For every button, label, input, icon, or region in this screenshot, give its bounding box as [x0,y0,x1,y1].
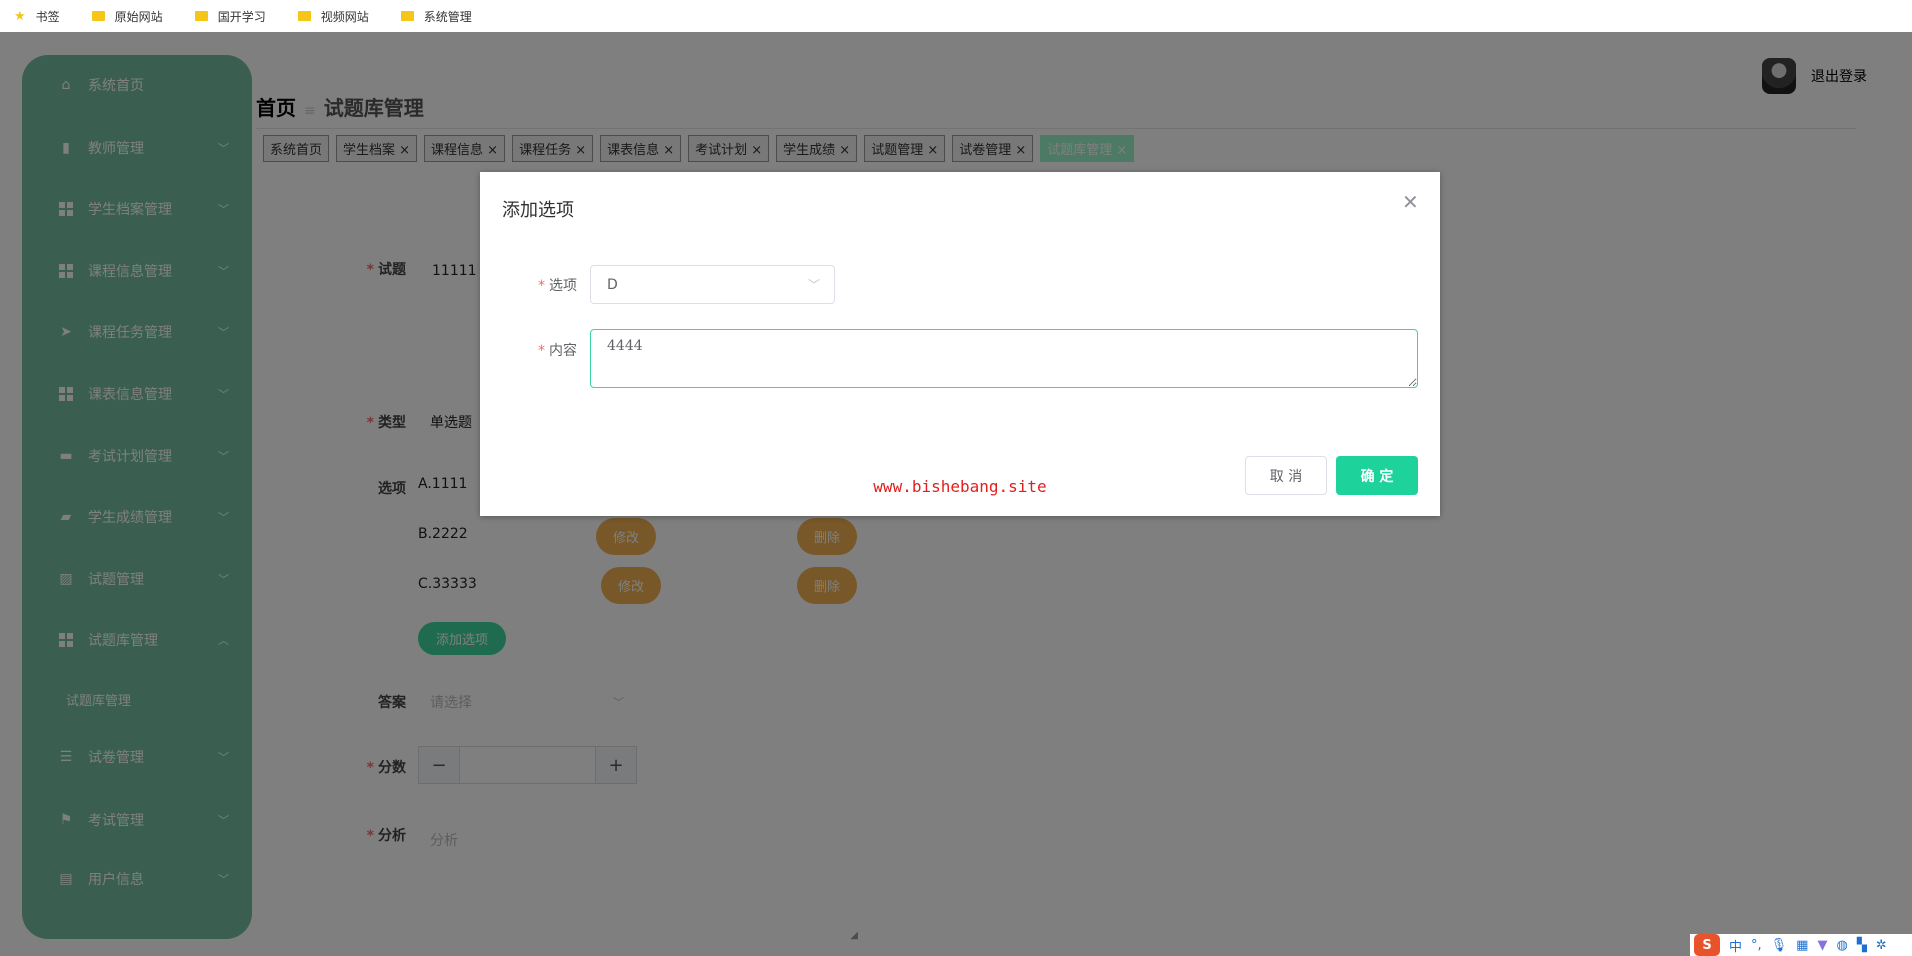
keyboard-icon[interactable]: ▦ [1796,938,1808,953]
apps-icon[interactable]: ▚ [1857,938,1867,953]
skin-icon[interactable]: ▼ [1817,938,1827,953]
close-icon[interactable]: ✕ [1402,190,1419,214]
bookmark-folder[interactable]: 原始网站 [91,8,163,25]
bookmark-label: 系统管理 [423,9,472,24]
bookmark-folder[interactable]: 系统管理 [400,8,472,25]
microphone-icon[interactable]: 🎙 [1771,938,1788,953]
ime-toolbar: S 中 °, 🎙 ▦ ▼ ◍ ▚ ✲ [1690,934,1912,956]
star-icon: ★ [14,8,26,24]
dialog-title: 添加选项 [502,200,574,221]
ime-punctuation-toggle[interactable]: °, [1751,938,1762,953]
bookmarks-bar: ★ 书签 原始网站 国开学习 视频网站 系统管理 [0,0,1912,32]
confirm-button[interactable]: 确 定 [1336,456,1418,495]
content-textarea[interactable]: 4444 [590,329,1418,388]
bookmark-label: 国开学习 [217,9,266,24]
folder-icon [297,11,311,21]
add-option-dialog: 添加选项 ✕ * 选项 D ﹀ * 内容 4444 www.bishebang.sit… [480,172,1440,516]
option-select[interactable]: D ﹀ [590,265,835,304]
ime-language-toggle[interactable]: 中 [1729,936,1742,955]
option-select-value: D [607,276,618,293]
settings-icon[interactable]: ✲ [1876,938,1887,953]
cancel-button[interactable]: 取 消 [1245,456,1327,495]
bookmark-label: 视频网站 [320,9,369,24]
bookmark-folder[interactable]: 国开学习 [194,8,266,25]
chevron-down-icon: ﹀ [807,278,820,292]
folder-icon [91,11,105,21]
folder-icon [400,11,414,21]
bookmark-folder[interactable]: 视频网站 [297,8,369,25]
folder-icon [194,11,208,21]
game-icon[interactable]: ◍ [1836,938,1847,953]
sogou-logo-icon[interactable]: S [1694,934,1720,956]
bookmark-label: 书签 [35,9,60,24]
bookmark-label: 原始网站 [114,9,163,24]
option-field-label: * 选项 [538,278,577,294]
content-field-label: * 内容 [538,343,577,359]
bookmark-item[interactable]: ★ 书签 [14,8,60,25]
